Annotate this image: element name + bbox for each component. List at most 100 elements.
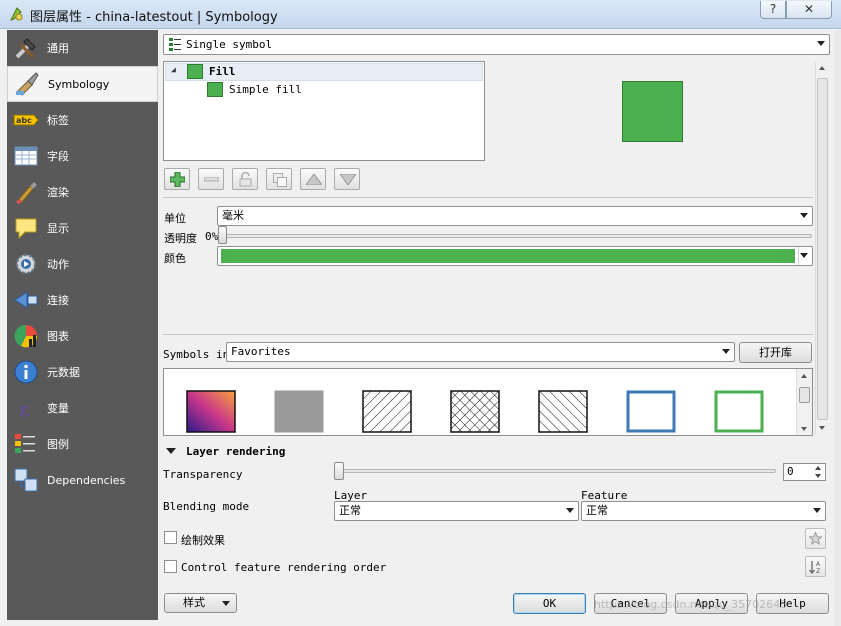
spin-up-icon[interactable] [815,466,821,470]
unit-select[interactable]: 毫米 [217,206,813,226]
move-down-button[interactable] [334,168,360,190]
sidebar-item-table-fields[interactable]: 字段 [7,138,158,174]
gray-fill-symbol[interactable] [274,390,324,433]
cancel-button[interactable]: Cancel [594,593,667,614]
sidebar-item-brush-render[interactable]: 渲染 [7,174,158,210]
abc-label-icon: abc [13,107,39,133]
sidebar-item-label: Symbology [48,77,110,91]
control-order-label[interactable]: Control feature rendering order [181,561,386,574]
paintbrush-icon [14,71,40,97]
sidebar-item-paintbrush[interactable]: Symbology [7,66,158,102]
draw-effects-checkbox[interactable] [164,531,177,544]
svg-text:A: A [816,561,821,568]
gradient-fill-symbol[interactable] [186,390,236,433]
settings-scroll-thumb[interactable] [817,78,828,420]
color-button[interactable] [217,246,813,266]
symbols-scroll-thumb[interactable] [799,387,810,403]
control-order-checkbox[interactable] [164,560,177,573]
tree-item-fill[interactable]: Fill [209,65,236,78]
sort-az-icon: A Z [809,561,821,574]
tree-expand-icon[interactable]: ◢ [171,65,176,74]
chevron-down-icon [722,349,730,354]
remove-layer-button[interactable] [198,168,224,190]
add-layer-button[interactable] [164,168,190,190]
sidebar-item-info[interactable]: 元数据 [7,354,158,390]
draw-effects-label[interactable]: 绘制效果 [181,532,225,548]
symbols-in-label: Symbols in [163,348,230,361]
transparency-slider-handle[interactable] [334,462,344,480]
style-menu-button[interactable]: 样式 [164,593,237,613]
opacity-slider-handle[interactable] [218,226,227,244]
apply-button[interactable]: Apply [675,593,748,614]
blue-outline-symbol[interactable] [626,390,676,433]
chevron-down-icon [566,508,574,513]
blending-mode-label: Blending mode [163,500,250,513]
renderer-type-select[interactable]: Single symbol [163,34,830,55]
sidebar-item-legend[interactable]: 图例 [7,426,158,462]
open-library-button[interactable]: 打开库 [739,342,812,363]
plus-icon [170,172,185,187]
collapse-icon[interactable] [166,448,176,454]
duplicate-layer-button[interactable] [266,168,292,190]
layer-blend-select[interactable]: 正常 [334,501,579,521]
hatch-back-diagonal-symbol[interactable] [538,390,588,433]
symbol-library-select[interactable]: Favorites [226,342,735,362]
layer-rendering-title[interactable]: Layer rendering [186,445,285,458]
sidebar-item-epsilon[interactable]: ε 变量 [7,390,158,426]
color-swatch [221,249,795,263]
chevron-down-icon[interactable] [800,253,808,258]
move-up-button[interactable] [300,168,326,190]
scroll-down-icon[interactable] [819,426,825,430]
gear-action-icon [13,251,39,277]
chevron-down-icon [222,601,230,606]
help-title-button[interactable]: ? [760,1,786,19]
brush-render-icon [13,179,39,205]
info-icon [13,359,39,385]
settings-scrollbar[interactable] [815,62,829,434]
hatch-cross-symbol[interactable] [450,390,500,433]
sort-order-button[interactable]: A Z [805,556,826,577]
sidebar-item-label: 通用 [47,42,69,55]
sidebar-item-label: 图表 [47,330,69,343]
effects-settings-button[interactable] [805,528,826,549]
svg-text:abc: abc [16,116,32,125]
divider [163,197,813,198]
transparency-label: Transparency [163,468,243,481]
lock-layer-button[interactable] [232,168,258,190]
hatch-diagonal-symbol[interactable] [362,390,412,433]
dependencies-icon [13,467,39,493]
chevron-down-icon [817,41,825,46]
scroll-up-icon[interactable] [801,374,807,378]
transparency-spinbox[interactable]: 0 [783,463,826,481]
close-window-button[interactable]: ✕ [786,1,832,19]
sidebar-item-speech-bubble[interactable]: 显示 [7,210,158,246]
sidebar-item-join[interactable]: 连接 [7,282,158,318]
sidebar-item-gear-action[interactable]: 动作 [7,246,158,282]
opacity-slider[interactable] [222,234,812,238]
ok-button[interactable]: OK [513,593,586,614]
opacity-value: 0% [205,230,219,243]
sidebar-item-abc-label[interactable]: abc 标签 [7,102,158,138]
sidebar-item-label: 字段 [47,150,69,163]
sidebar-item-label: 连接 [47,294,69,307]
sidebar: 通用 Symbology abc 标签字段渲染 显示 动作连接图表元数据 ε 变量 图例 Depe… [7,30,158,620]
symbol-layer-tree[interactable]: ◢ Fill Simple fill [163,61,485,161]
symbols-grid[interactable] [163,368,813,436]
chevron-down-icon [813,508,821,513]
unit-value: 毫米 [222,209,244,222]
tree-item-simple-fill[interactable]: Simple fill [229,83,302,96]
help-button[interactable]: Help [756,593,829,614]
symbols-scrollbar[interactable] [796,369,812,435]
join-icon [13,287,39,313]
spin-down-icon[interactable] [815,474,821,478]
feature-blend-select[interactable]: 正常 [581,501,826,521]
transparency-slider[interactable] [336,469,776,473]
window-title-bar[interactable]: 图层属性 - china-latestout | Symbology ? ✕ [0,0,841,29]
sidebar-item-dependencies[interactable]: Dependencies [7,462,158,498]
sidebar-item-diagram[interactable]: 图表 [7,318,158,354]
scroll-up-icon[interactable] [819,66,825,70]
arrow-down-icon [340,174,356,185]
scroll-down-icon[interactable] [801,427,807,431]
sidebar-item-wrench-hammer[interactable]: 通用 [7,30,158,66]
green-outline-symbol[interactable] [714,390,764,433]
